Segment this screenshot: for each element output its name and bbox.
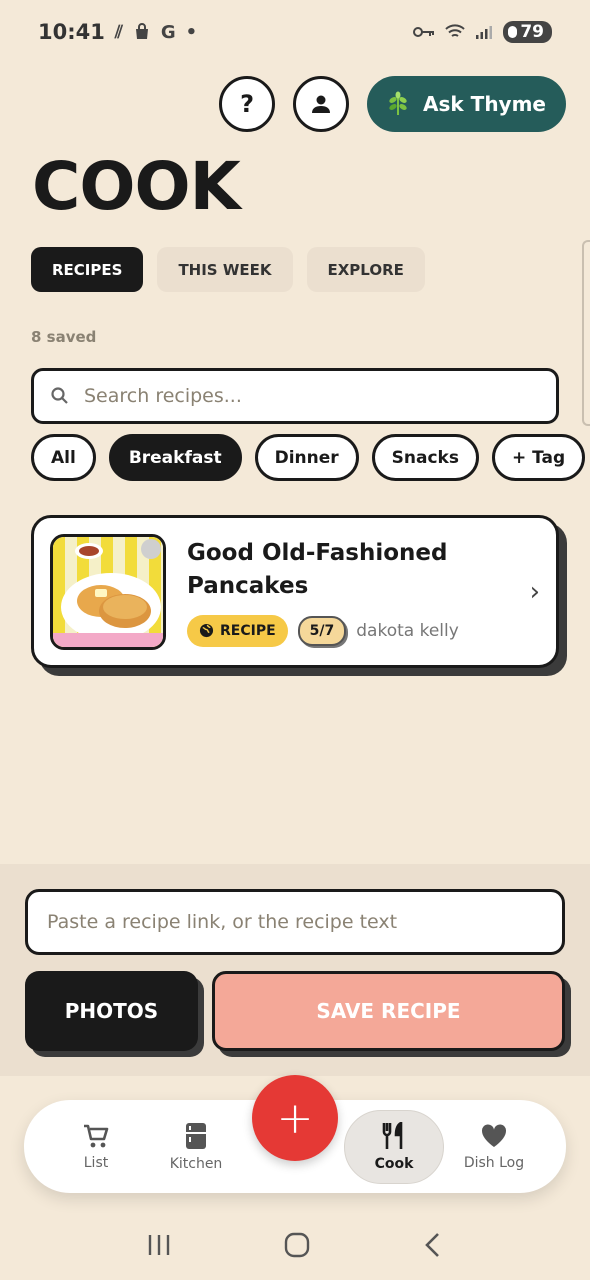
status-left: 10:41 ⫽ G •: [38, 20, 197, 44]
nav-item-dish-log[interactable]: Dish Log: [444, 1100, 544, 1193]
recipe-title: Good Old-Fashioned Pancakes: [187, 539, 448, 599]
wifi-icon: [445, 24, 466, 37]
nav-label-cook: Cook: [374, 1155, 414, 1172]
chip-dinner[interactable]: Dinner: [254, 434, 359, 481]
fridge-icon: [186, 1122, 206, 1149]
battery-level: 79: [520, 22, 544, 42]
import-panel: PHOTOS SAVE RECIPE: [0, 864, 590, 1076]
recipe-card[interactable]: Good Old-Fashioned Pancakes RECIPE 5/7 d…: [31, 515, 559, 668]
shopping-bag-icon: [135, 23, 148, 39]
nav-label-list: List: [83, 1154, 109, 1171]
utensils-icon: [382, 1121, 403, 1149]
nav-item-list[interactable]: List: [46, 1100, 146, 1193]
key-icon: [413, 27, 435, 37]
nav-label-kitchen: Kitchen: [169, 1155, 223, 1172]
home-icon[interactable]: [283, 1231, 311, 1259]
profile-button[interactable]: [293, 76, 350, 132]
globe-icon: [199, 623, 214, 638]
status-time: 10:41: [38, 20, 105, 44]
add-fab-button[interactable]: +: [252, 1075, 338, 1161]
back-icon[interactable]: [422, 1231, 444, 1259]
person-icon: [312, 95, 331, 113]
notification-dot-icon: •: [185, 21, 198, 43]
stripes-icon: ⫽: [114, 21, 123, 43]
chip-add-tag[interactable]: + Tag: [491, 434, 586, 481]
signal-icon: [476, 26, 493, 39]
recipe-card-body: Good Old-Fashioned Pancakes RECIPE 5/7 d…: [187, 537, 524, 647]
saved-count: 8 saved: [31, 328, 97, 346]
nav-item-kitchen[interactable]: Kitchen: [146, 1100, 246, 1193]
chip-breakfast[interactable]: Breakfast: [108, 434, 242, 481]
heart-icon: [481, 1123, 507, 1147]
help-button[interactable]: ?: [219, 76, 276, 132]
search-bar[interactable]: [31, 368, 559, 424]
recipe-type-label: RECIPE: [220, 622, 276, 639]
edge-panel-handle[interactable]: [582, 240, 590, 426]
tab-explore[interactable]: EXPLORE: [306, 247, 425, 292]
recipe-type-badge: RECIPE: [187, 614, 288, 647]
tab-bar: RECIPES THIS WEEK EXPLORE: [31, 247, 425, 292]
tab-recipes[interactable]: RECIPES: [31, 247, 144, 292]
top-actions: ? Ask Thyme: [219, 76, 566, 132]
help-icon: ?: [240, 90, 254, 118]
google-icon: G: [160, 21, 176, 43]
recipe-thumbnail: [50, 533, 166, 650]
recent-apps-icon[interactable]: [146, 1232, 172, 1258]
nav-label-dish-log: Dish Log: [463, 1154, 525, 1171]
ask-thyme-label: Ask Thyme: [423, 92, 546, 116]
search-icon: [51, 387, 68, 404]
chip-snacks[interactable]: Snacks: [371, 434, 479, 481]
cart-icon: [84, 1124, 109, 1147]
battery-icon: [508, 26, 518, 38]
paste-recipe-input[interactable]: [25, 889, 565, 955]
chip-all[interactable]: All: [31, 434, 96, 481]
status-bar: 10:41 ⫽ G • 79: [0, 0, 590, 64]
recipe-score-badge: 5/7: [297, 615, 347, 646]
thyme-leaf-icon: [389, 91, 407, 115]
recipe-author: dakota kelly: [356, 620, 459, 641]
system-nav-bar: [0, 1210, 590, 1280]
ask-thyme-button[interactable]: Ask Thyme: [367, 76, 566, 132]
plus-icon: +: [276, 1092, 314, 1144]
filter-chips: All Breakfast Dinner Snacks + Tag: [31, 434, 586, 481]
chevron-right-icon: ›: [529, 576, 540, 607]
tab-this-week[interactable]: THIS WEEK: [157, 247, 293, 292]
status-right: 79: [413, 21, 552, 43]
recipe-meta: RECIPE 5/7 dakota kelly: [187, 614, 524, 647]
save-recipe-button[interactable]: SAVE RECIPE: [212, 971, 565, 1051]
photos-button[interactable]: PHOTOS: [25, 971, 198, 1051]
nav-item-cook[interactable]: Cook: [344, 1100, 444, 1193]
search-input[interactable]: [84, 385, 540, 407]
page-title: COOK: [32, 148, 241, 225]
battery-indicator: 79: [503, 21, 552, 43]
